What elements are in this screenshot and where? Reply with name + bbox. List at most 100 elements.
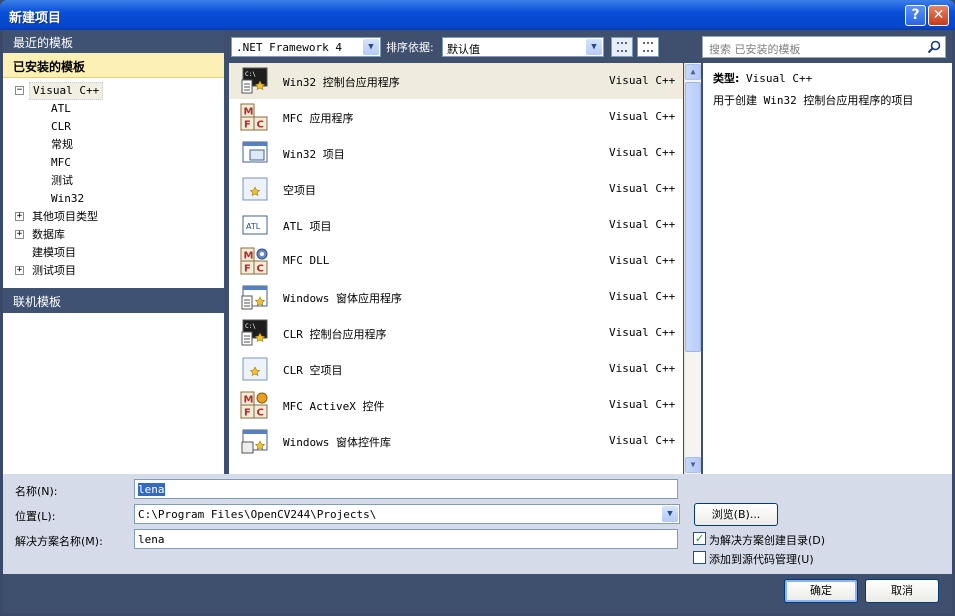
main-area: 最近的模板 已安装的模板 − Visual C++ ATL CLR 常规 MFC 测试 Win…: [3, 30, 952, 474]
tree-child-node[interactable]: 常规: [3, 136, 224, 154]
category-tree: − Visual C++ ATL CLR 常规 MFC 测试 Win32 + 其他项目类型 + 数据库…: [3, 82, 224, 280]
framework-select[interactable]: .NET Framework 4 ▼: [231, 37, 381, 57]
project-name-field[interactable]: lena: [134, 479, 678, 499]
svg-text:F: F: [244, 120, 251, 131]
template-name: Win32 项目: [283, 148, 345, 161]
tree-node[interactable]: + 其他项目类型: [3, 208, 224, 226]
scroll-thumb[interactable]: [685, 82, 701, 352]
template-toolbar: .NET Framework 4 ▼ 排序依据: 默认值 ▼: [224, 30, 699, 63]
project-name-value: lena: [138, 483, 165, 496]
collapse-icon[interactable]: −: [15, 86, 24, 95]
template-row[interactable]: 空项目 Visual C++: [229, 171, 683, 207]
recent-templates-header[interactable]: 最近的模板: [3, 30, 224, 53]
solution-name-label: 解决方案名称(M):: [15, 535, 103, 548]
tree-child-node[interactable]: CLR: [3, 118, 224, 136]
online-templates-header[interactable]: 联机模板: [3, 288, 224, 313]
template-row[interactable]: Win32 项目 Visual C++: [229, 135, 683, 171]
small-icons-view-button[interactable]: [611, 37, 633, 57]
help-button[interactable]: ?: [905, 5, 926, 26]
svg-text:C: C: [257, 408, 264, 419]
template-row[interactable]: M F C MFC ActiveX 控件 Visual C++: [229, 387, 683, 423]
template-row[interactable]: CLR 空项目 Visual C++: [229, 351, 683, 387]
svg-text:C:\: C:\: [245, 323, 256, 330]
search-icon[interactable]: [927, 40, 941, 54]
tree-node-label: 建模项目: [32, 246, 76, 259]
template-row[interactable]: ATL ATL 项目 Visual C++: [229, 207, 683, 243]
empty-project-icon: [240, 354, 270, 384]
template-language: Visual C++: [609, 326, 676, 339]
source-control-label: 添加到源代码管理(U): [709, 553, 814, 566]
mfc-activex-icon: MFC: [240, 390, 270, 420]
tree-node[interactable]: + 测试项目: [3, 262, 224, 280]
svg-text:M: M: [244, 107, 254, 118]
ok-button[interactable]: 确定: [784, 579, 858, 603]
tree-node[interactable]: 建模项目: [3, 244, 224, 262]
template-row[interactable]: C:\ CLR 控制台应用程序 Visual C++: [229, 315, 683, 351]
tree-child-node[interactable]: ATL: [3, 100, 224, 118]
tree-node-label: 测试: [51, 174, 73, 187]
type-label: 类型:: [713, 72, 740, 85]
template-name: MFC DLL: [283, 254, 330, 267]
template-language: Visual C++: [609, 434, 676, 447]
checkbox-checked-icon[interactable]: ✓: [693, 532, 706, 545]
template-language: Visual C++: [609, 74, 676, 87]
template-type: 类型: Visual C++: [713, 70, 812, 86]
svg-text:F: F: [244, 408, 251, 419]
create-directory-label: 为解决方案创建目录(D): [709, 534, 826, 547]
template-row[interactable]: C:\ Win32 控制台应用程序 Visual C++: [229, 63, 683, 99]
cancel-button[interactable]: 取消: [865, 579, 939, 603]
svg-text:ATL: ATL: [246, 222, 261, 231]
template-row[interactable]: M F C MFC DLL Visual C++: [229, 243, 683, 279]
expand-icon[interactable]: +: [15, 230, 24, 239]
mfc-app-icon: MFC: [240, 102, 270, 132]
template-language: Visual C++: [609, 182, 676, 195]
tree-node-label: CLR: [51, 120, 71, 133]
template-name: Win32 控制台应用程序: [283, 76, 400, 89]
template-language: Visual C++: [609, 110, 676, 123]
template-row[interactable]: Windows 窗体应用程序 Visual C++: [229, 279, 683, 315]
list-view-button[interactable]: [637, 37, 659, 57]
svg-text:C: C: [257, 120, 264, 131]
win32-project-icon: [240, 138, 270, 168]
location-field[interactable]: C:\Program Files\OpenCV244\Projects\ ▼: [134, 504, 680, 524]
tree-node[interactable]: + 数据库: [3, 226, 224, 244]
template-language: Visual C++: [609, 254, 676, 267]
search-input[interactable]: 搜索 已安装的模板: [702, 36, 946, 58]
expand-icon[interactable]: +: [15, 266, 24, 275]
tree-node-label: 测试项目: [32, 264, 76, 277]
browse-button[interactable]: 浏览(B)...: [694, 503, 778, 526]
name-label: 名称(N):: [15, 485, 58, 498]
expand-icon[interactable]: +: [15, 212, 24, 221]
template-name: CLR 控制台应用程序: [283, 328, 387, 341]
tree-child-node[interactable]: Win32: [3, 190, 224, 208]
scroll-down-button[interactable]: ▼: [685, 457, 701, 473]
svg-text:C:\: C:\: [245, 71, 256, 78]
empty-project-icon: [240, 174, 270, 204]
template-language: Visual C++: [609, 398, 676, 411]
chevron-down-icon[interactable]: ▼: [662, 506, 678, 522]
template-row[interactable]: Windows 窗体控件库 Visual C++: [229, 423, 683, 459]
tree-node[interactable]: − Visual C++: [3, 82, 224, 100]
solution-name-field[interactable]: lena: [134, 529, 678, 549]
tree-node-label: MFC: [51, 156, 71, 169]
template-description: 用于创建 Win32 控制台应用程序的项目: [713, 94, 914, 107]
installed-templates-header[interactable]: 已安装的模板: [3, 53, 224, 78]
location-value: C:\Program Files\OpenCV244\Projects\: [138, 508, 377, 521]
sort-select[interactable]: 默认值 ▼: [442, 37, 604, 57]
tree-child-node[interactable]: 测试: [3, 172, 224, 190]
template-language: Visual C++: [609, 290, 676, 303]
template-name: 空项目: [283, 184, 316, 197]
template-list-scrollbar[interactable]: ▲ ▼: [684, 63, 701, 474]
sort-value: 默认值: [447, 43, 480, 56]
type-value: Visual C++: [746, 72, 813, 85]
tree-node-label: Win32: [51, 192, 85, 205]
template-name: CLR 空项目: [283, 364, 343, 377]
scroll-up-button[interactable]: ▲: [685, 64, 701, 80]
template-row[interactable]: M F C MFC 应用程序 Visual C++: [229, 99, 683, 135]
tree-child-node[interactable]: MFC: [3, 154, 224, 172]
svg-text:C: C: [257, 264, 264, 275]
close-button[interactable]: ✕: [928, 5, 949, 26]
small-icons-icon: [617, 42, 627, 52]
svg-text:M: M: [244, 395, 254, 406]
checkbox-unchecked-icon[interactable]: [693, 551, 706, 564]
